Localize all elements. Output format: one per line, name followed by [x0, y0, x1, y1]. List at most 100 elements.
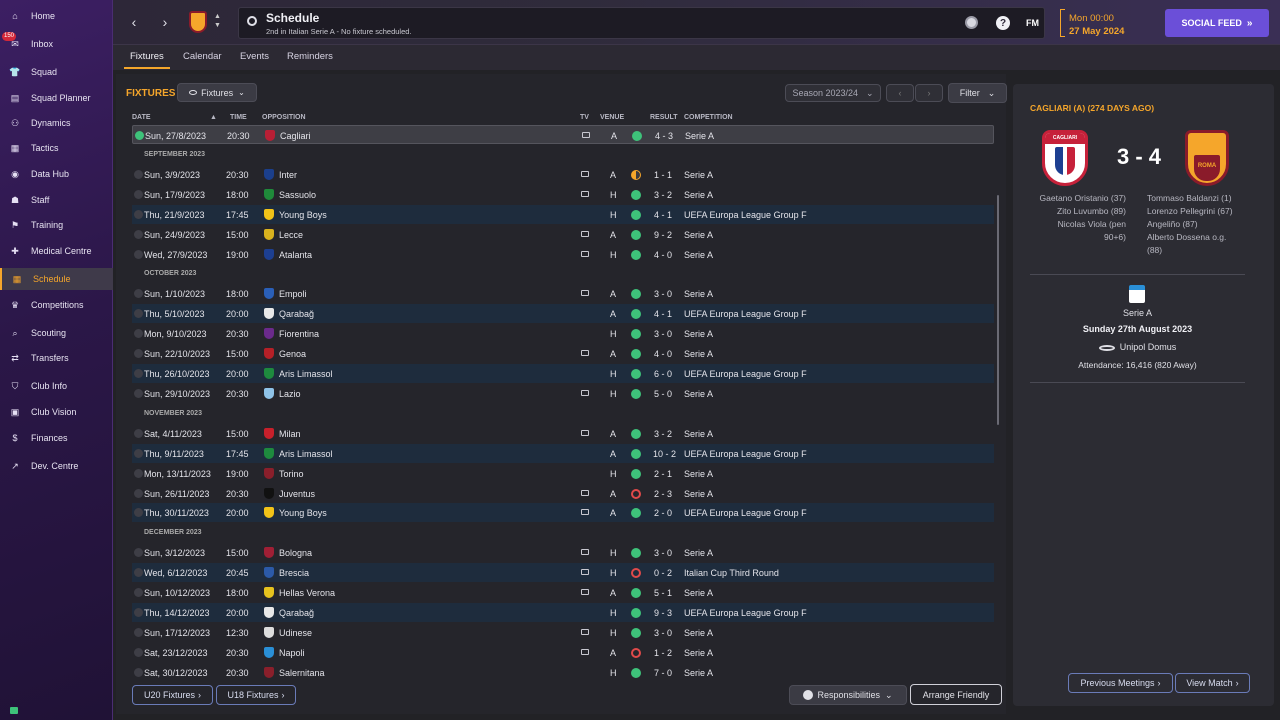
col-tv[interactable]: TV	[580, 114, 589, 121]
table-row[interactable]: Sun, 24/9/2023 15:00 Lecce A 9 - 2 Serie A	[132, 225, 994, 244]
opposition-name[interactable]: Fiorentina	[279, 329, 319, 339]
row-select-icon[interactable]	[134, 309, 143, 319]
sidebar-item-club-vision[interactable]: ▣ Club Vision	[0, 401, 113, 423]
next-season-button[interactable]: ›	[915, 84, 943, 102]
sidebar-item-staff[interactable]: ☗ Staff	[0, 189, 113, 211]
sidebar-item-club-info[interactable]: ⛉ Club Info	[0, 375, 113, 397]
row-select-icon[interactable]	[134, 488, 143, 498]
row-select-icon[interactable]	[134, 169, 143, 179]
row-select-icon[interactable]	[134, 249, 143, 259]
row-select-icon[interactable]	[134, 508, 143, 518]
fm-button[interactable]: FM	[1026, 18, 1039, 28]
row-select-icon[interactable]	[134, 428, 143, 438]
row-select-icon[interactable]	[134, 329, 143, 339]
opposition-name[interactable]: Torino	[279, 469, 304, 479]
table-row[interactable]: Mon, 13/11/2023 19:00 Torino H 2 - 1 Serie A	[132, 464, 994, 483]
view-match-button[interactable]: View Match ›	[1175, 673, 1250, 693]
opposition-name[interactable]: Salernitana	[279, 668, 325, 678]
row-select-icon[interactable]	[134, 448, 143, 458]
opposition-name[interactable]: Young Boys	[279, 508, 327, 518]
row-select-icon[interactable]	[134, 189, 143, 199]
opposition-name[interactable]: Cagliari	[280, 131, 311, 141]
social-feed-button[interactable]: SOCIAL FEED »	[1165, 9, 1269, 37]
table-row[interactable]: Thu, 26/10/2023 20:00 Aris Limassol H 6 - 0 U…	[132, 364, 994, 383]
opposition-name[interactable]: Bologna	[279, 548, 312, 558]
sidebar-item-finances[interactable]: $ Finances	[0, 427, 113, 449]
table-row[interactable]: Sun, 3/9/2023 20:30 Inter A 1 - 1 Serie A	[132, 165, 994, 184]
opposition-name[interactable]: Atalanta	[279, 250, 312, 260]
row-select-icon[interactable]	[134, 667, 143, 677]
opposition-name[interactable]: Udinese	[279, 628, 312, 638]
opposition-name[interactable]: Lecce	[279, 230, 303, 240]
table-row[interactable]: Sun, 17/12/2023 12:30 Udinese H 3 - 0 Serie A	[132, 623, 994, 642]
row-select-icon[interactable]	[134, 608, 143, 617]
row-select-icon[interactable]	[134, 289, 143, 299]
club-switch-icon[interactable]: ▲ ▼	[214, 12, 221, 30]
row-select-icon[interactable]	[135, 131, 144, 140]
opposition-name[interactable]: Genoa	[279, 349, 306, 359]
col-date[interactable]: DATE	[132, 114, 151, 121]
filter-dropdown[interactable]: Filter ⌄	[948, 83, 1007, 103]
row-select-icon[interactable]	[134, 568, 143, 578]
opposition-name[interactable]: Brescia	[279, 568, 309, 578]
table-row[interactable]: Wed, 6/12/2023 20:45 Brescia H 0 - 2 Italian …	[132, 563, 994, 583]
table-row[interactable]: Thu, 9/11/2023 17:45 Aris Limassol A 10 - 2 U…	[132, 443, 994, 463]
opposition-name[interactable]: Napoli	[279, 648, 305, 658]
season-dropdown[interactable]: Season 2023/24 ⌄	[785, 84, 881, 102]
row-select-icon[interactable]	[134, 349, 143, 359]
table-row[interactable]: Sun, 26/11/2023 20:30 Juventus A 2 - 3 Serie …	[132, 484, 994, 503]
table-row[interactable]: Thu, 30/11/2023 20:00 Young Boys A 2 - 0 UEFA…	[132, 503, 994, 523]
prev-season-button[interactable]: ‹	[886, 84, 914, 102]
row-select-icon[interactable]	[134, 468, 143, 478]
help-icon[interactable]: ?	[996, 16, 1010, 30]
table-row[interactable]: Sun, 10/12/2023 18:00 Hellas Verona A 5 - 1 S…	[132, 583, 994, 602]
arrange-friendly-button[interactable]: Arrange Friendly	[910, 684, 1002, 705]
search-icon[interactable]	[247, 16, 257, 26]
tab-reminders[interactable]: Reminders	[287, 51, 333, 62]
opposition-name[interactable]: Lazio	[279, 389, 301, 399]
table-row[interactable]: Sat, 4/11/2023 15:00 Milan A 3 - 2 Serie A	[132, 424, 994, 443]
club-crest-icon[interactable]	[189, 11, 207, 33]
table-row[interactable]: Thu, 14/12/2023 20:00 Qarabağ H 9 - 3 UEFA Eu…	[132, 603, 994, 622]
sidebar-item-home[interactable]: ⌂ Home	[0, 5, 113, 27]
table-row[interactable]: Sun, 3/12/2023 15:00 Bologna H 3 - 0 Serie A	[132, 543, 994, 562]
opposition-name[interactable]: Qarabağ	[279, 309, 314, 319]
sidebar-item-transfers[interactable]: ⇄ Transfers	[0, 347, 113, 369]
opposition-name[interactable]: Young Boys	[279, 210, 327, 220]
col-time[interactable]: TIME	[230, 114, 247, 121]
opposition-name[interactable]: Aris Limassol	[279, 449, 333, 459]
fixtures-scrollbar[interactable]	[997, 195, 999, 425]
opposition-name[interactable]: Empoli	[279, 289, 307, 299]
sidebar-item-dev-centre[interactable]: ↗ Dev. Centre	[0, 455, 113, 477]
opposition-name[interactable]: Hellas Verona	[279, 588, 335, 598]
row-select-icon[interactable]	[134, 369, 143, 378]
col-competition[interactable]: COMPETITION	[684, 114, 733, 121]
col-result[interactable]: RESULT	[650, 114, 677, 121]
sidebar-item-inbox[interactable]: ✉ Inbox 150	[0, 32, 113, 55]
forward-arrow-icon[interactable]: ›	[156, 13, 174, 31]
row-select-icon[interactable]	[134, 647, 143, 657]
view-dropdown[interactable]: Fixtures ⌄	[177, 83, 257, 102]
col-opposition[interactable]: OPPOSITION	[262, 114, 306, 121]
sidebar-item-data-hub[interactable]: ◉ Data Hub	[0, 163, 113, 185]
table-row[interactable]: Sun, 29/10/2023 20:30 Lazio H 5 - 0 Serie A	[132, 384, 994, 403]
tab-calendar[interactable]: Calendar	[183, 51, 222, 62]
table-row[interactable]: Wed, 27/9/2023 19:00 Atalanta H 4 - 0 Serie A	[132, 245, 994, 264]
row-select-icon[interactable]	[134, 209, 143, 219]
table-row[interactable]: Sun, 22/10/2023 15:00 Genoa A 4 - 0 Serie A	[132, 344, 994, 363]
opposition-name[interactable]: Milan	[279, 429, 301, 439]
table-row[interactable]: Thu, 21/9/2023 17:45 Young Boys H 4 - 1 UEFA …	[132, 204, 994, 224]
row-select-icon[interactable]	[134, 548, 143, 558]
opposition-name[interactable]: Aris Limassol	[279, 369, 333, 379]
tab-fixtures[interactable]: Fixtures	[130, 51, 164, 62]
sidebar-item-dynamics[interactable]: ⚇ Dynamics	[0, 112, 113, 134]
previous-meetings-button[interactable]: Previous Meetings ›	[1068, 673, 1173, 693]
world-icon[interactable]	[965, 16, 978, 29]
u20-fixtures-button[interactable]: U20 Fixtures ›	[132, 685, 213, 705]
sidebar-item-training[interactable]: ⚑ Training	[0, 214, 113, 236]
table-row[interactable]: Sat, 30/12/2023 20:30 Salernitana H 7 - 0 Ser…	[132, 663, 994, 682]
table-row[interactable]: Sun, 27/8/2023 20:30 Cagliari A 4 - 3 Serie A	[132, 125, 994, 144]
sidebar-item-medical-centre[interactable]: ✚ Medical Centre	[0, 240, 113, 262]
table-row[interactable]: Mon, 9/10/2023 20:30 Fiorentina H 3 - 0 Serie…	[132, 324, 994, 343]
opposition-name[interactable]: Sassuolo	[279, 190, 316, 200]
